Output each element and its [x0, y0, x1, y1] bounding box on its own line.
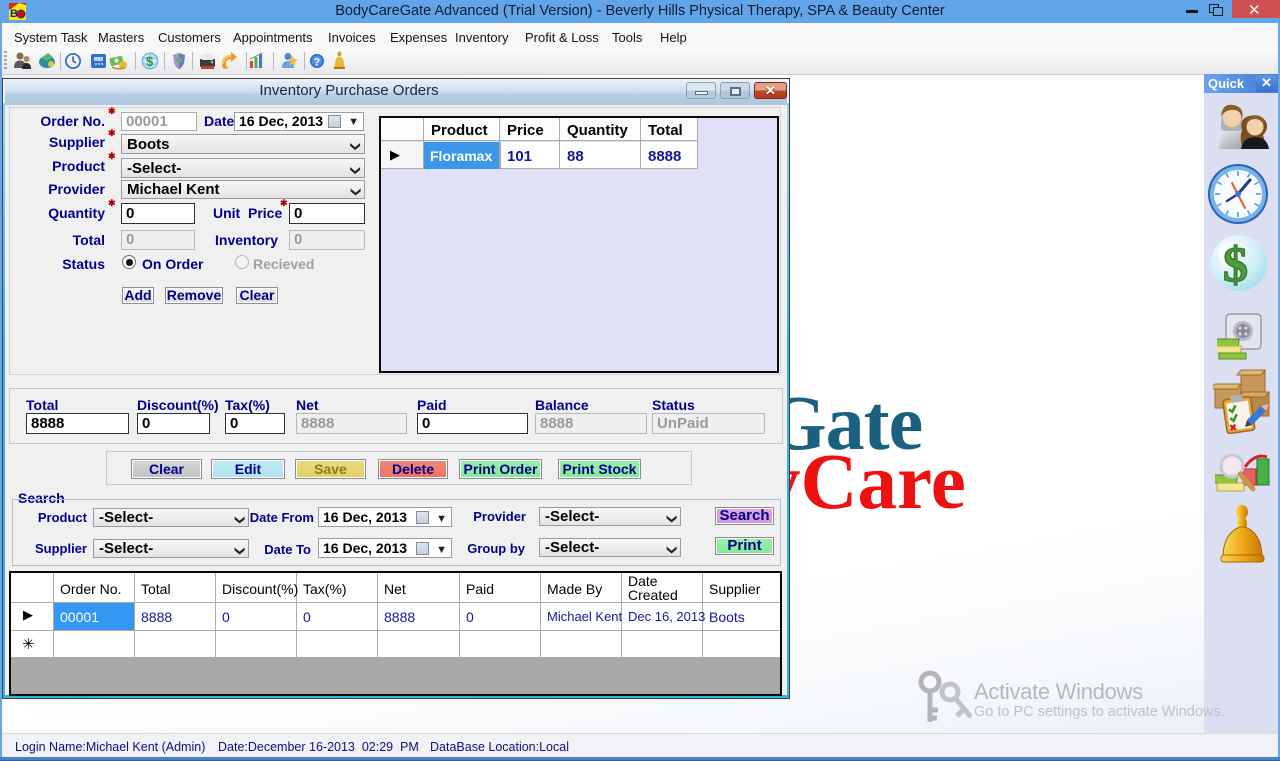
svg-text:$: $ — [146, 54, 154, 69]
svg-text:$: $ — [1223, 236, 1248, 292]
svg-text:?: ? — [314, 57, 321, 69]
